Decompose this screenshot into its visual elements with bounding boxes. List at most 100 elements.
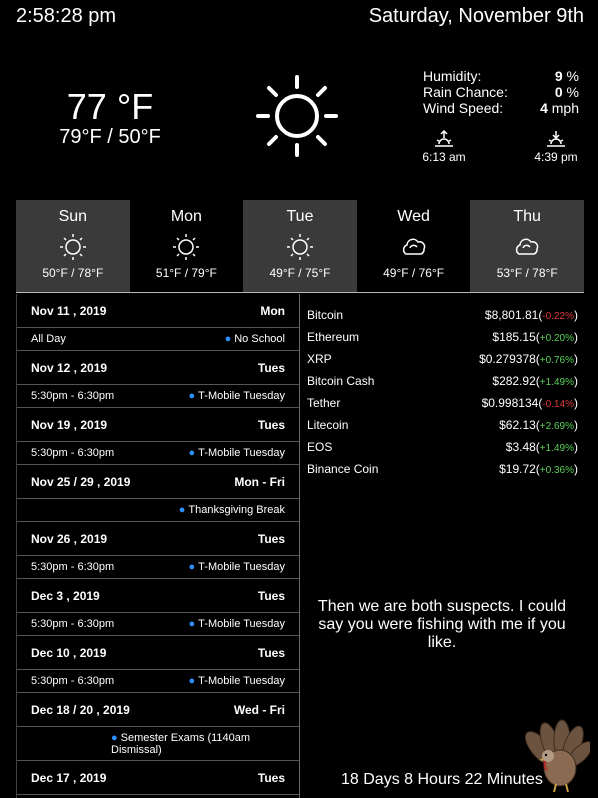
stat-label: Rain Chance: xyxy=(423,84,508,100)
clock: 2:58:28 pm xyxy=(16,5,117,27)
calendar-event[interactable]: 5:30pm - 6:30pm ● T-Mobile Tuesday xyxy=(17,670,299,693)
forecast-day: Mon 51°F / 79°F xyxy=(130,200,244,292)
crypto-price: $3.48 xyxy=(505,440,536,454)
calendar-event[interactable]: 5:30pm - 6:30pm ● T-Mobile Tuesday xyxy=(17,556,299,579)
event-time: 5:30pm - 6:30pm xyxy=(31,675,115,687)
calendar-event[interactable]: 5:30pm - 6:30pm ● T-Mobile Tuesday xyxy=(17,442,299,465)
sun-icon xyxy=(173,234,200,260)
calendar-dow: Wed - Fri xyxy=(233,702,285,717)
event-dot-icon: ● xyxy=(188,675,196,687)
event-dot-icon: ● xyxy=(188,618,196,630)
calendar-dow: Tues xyxy=(257,417,285,432)
crypto-name: Tether xyxy=(307,396,341,410)
calendar-date-row: Dec 10 , 2019 Tues xyxy=(17,636,299,670)
crypto-price: $282.92 xyxy=(492,374,536,388)
calendar-date: Dec 3 , 2019 xyxy=(31,588,100,603)
crypto-price: $0.998134 xyxy=(481,396,539,410)
crypto-change: +0.76% xyxy=(539,355,574,366)
event-title: T-Mobile Tuesday xyxy=(198,447,285,459)
cloud-icon xyxy=(402,238,425,255)
crypto-name: Bitcoin Cash xyxy=(307,374,375,388)
crypto-change: +1.49% xyxy=(539,443,574,454)
forecast-day: Wed 49°F / 76°F xyxy=(357,200,471,292)
crypto-change: +1.49% xyxy=(539,377,574,388)
crypto-change: -0.14% xyxy=(542,399,574,410)
forecast-day-name: Sun xyxy=(58,208,88,225)
event-time: 5:30pm - 6:30pm xyxy=(31,561,115,573)
calendar-date: Dec 18 / 20 , 2019 xyxy=(31,702,130,717)
forecast-day-name: Wed xyxy=(397,208,430,225)
calendar-date: Nov 12 , 2019 xyxy=(31,360,108,375)
calendar-dow: Tues xyxy=(257,645,285,660)
event-time: 5:30pm - 6:30pm xyxy=(31,618,115,630)
date-display: Saturday, November 9th xyxy=(368,5,584,27)
event-dot-icon: ● xyxy=(178,504,186,516)
calendar-date: Nov 11 , 2019 xyxy=(31,303,107,318)
event-time: All Day xyxy=(31,333,66,345)
humidity-row: Humidity: 9 % xyxy=(423,68,579,84)
crypto-row: Binance Coin $19.72(+0.36%) xyxy=(307,462,578,476)
rain-chance-row: Rain Chance: 0 % xyxy=(423,84,579,100)
calendar-date: Nov 19 , 2019 xyxy=(31,417,108,432)
sunrise-icon xyxy=(435,130,453,147)
calendar-date-row: Nov 26 , 2019 Tues xyxy=(17,522,299,556)
event-dot-icon: ● xyxy=(188,561,196,573)
calendar-date-row: Dec 3 , 2019 Tues xyxy=(17,579,299,613)
forecast-day-name: Tue xyxy=(286,208,314,225)
crypto-price: $8,801.81 xyxy=(484,308,539,322)
calendar-date: Nov 26 , 2019 xyxy=(31,531,108,546)
crypto-name: Litecoin xyxy=(307,418,349,432)
forecast-day: Thu 53°F / 78°F xyxy=(470,200,584,292)
calendar-event[interactable]: ● Semester Exams (1140am Dismissal) xyxy=(17,727,299,761)
calendar-dow: Tues xyxy=(257,360,285,375)
sunset: 4:39 pm xyxy=(531,130,581,164)
crypto-row: Bitcoin $8,801.81(-0.22%) xyxy=(307,308,578,322)
calendar-event[interactable]: 5:30pm - 6:30pm ● T-Mobile Tuesday xyxy=(17,385,299,408)
event-dot-icon: ● xyxy=(224,333,232,345)
calendar-dow: Tues xyxy=(257,770,285,785)
crypto-row: Ethereum $185.15(+0.20%) xyxy=(307,330,578,344)
calendar-date-row: Nov 19 , 2019 Tues xyxy=(17,408,299,442)
calendar-dow: Tues xyxy=(257,588,285,603)
calendar-dow: Tues xyxy=(257,531,285,546)
calendar-event[interactable]: All Day ● No School xyxy=(17,328,299,351)
calendar-date: Nov 25 / 29 , 2019 xyxy=(31,474,131,489)
calendar-event[interactable]: ● Thanksgiving Break xyxy=(17,499,299,522)
event-dot-icon: ● xyxy=(188,390,196,402)
stat-unit: mph xyxy=(551,100,579,116)
crypto-price: $19.72 xyxy=(499,462,536,476)
event-title: Semester Exams (1140am Dismissal) xyxy=(111,731,251,756)
crypto-change: +0.36% xyxy=(539,465,574,476)
crypto-change: +0.20% xyxy=(539,333,574,344)
stat-value: 4 xyxy=(540,100,548,116)
event-title: Thanksgiving Break xyxy=(188,504,285,516)
forecast-range: 51°F / 79°F xyxy=(155,266,217,280)
crypto-row: Bitcoin Cash $282.92(+1.49%) xyxy=(307,374,578,388)
calendar-date-row: Nov 25 / 29 , 2019 Mon - Fri xyxy=(17,465,299,499)
calendar-date-row: Nov 12 , 2019 Tues xyxy=(17,351,299,385)
crypto-price: $62.13 xyxy=(499,418,536,432)
calendar-list: Nov 11 , 2019 Mon All Day ● No School Nov… xyxy=(16,294,300,798)
stat-value: 0 xyxy=(554,84,563,100)
crypto-ticker: Bitcoin $8,801.81(-0.22%) Ethereum $185.15… xyxy=(307,304,578,480)
event-title: T-Mobile Tuesday xyxy=(198,561,285,573)
crypto-price: $185.15 xyxy=(492,330,536,344)
event-title: T-Mobile Tuesday xyxy=(198,390,285,402)
forecast-range: 50°F / 78°F xyxy=(42,266,104,280)
sunset-time: 4:39 pm xyxy=(534,150,578,164)
forecast-day-name: Thu xyxy=(513,208,541,225)
sunrise: 6:13 am xyxy=(419,130,469,164)
crypto-price: $0.279378 xyxy=(479,352,536,366)
calendar-event[interactable]: 5:30pm - 6:30pm ● T-Mobile Tuesday xyxy=(17,613,299,636)
crypto-name: Binance Coin xyxy=(307,462,379,476)
stat-unit: % xyxy=(566,68,579,84)
event-dot-icon: ● xyxy=(111,731,118,744)
crypto-row: Litecoin $62.13(+2.69%) xyxy=(307,418,578,432)
calendar-dow: Mon xyxy=(260,303,285,318)
crypto-name: Ethereum xyxy=(307,330,360,344)
sunrise-time: 6:13 am xyxy=(422,150,466,164)
current-temperature: 77 °F xyxy=(66,86,154,127)
cloud-icon xyxy=(516,238,539,255)
crypto-change: -0.22% xyxy=(542,311,574,322)
quote-text: Then we are both suspects. I could say y… xyxy=(317,598,567,651)
